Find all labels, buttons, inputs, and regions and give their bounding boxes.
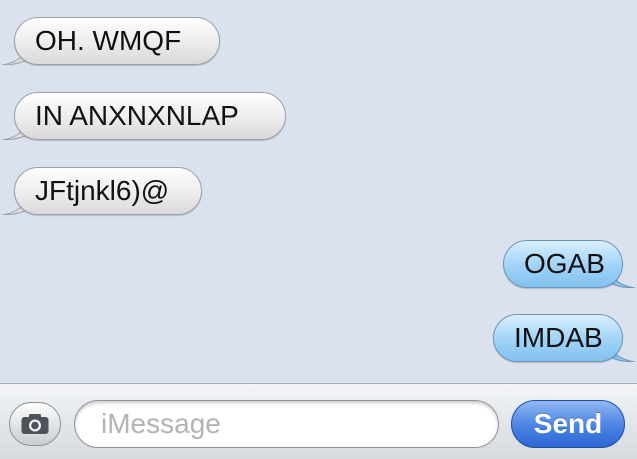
message-input[interactable]: iMessage <box>74 400 499 448</box>
camera-button[interactable] <box>9 402 61 446</box>
message-text: OH. WMQF <box>35 25 182 56</box>
message-sent: IMDAB <box>467 314 637 364</box>
message-received: IN ANXNXNLAP <box>0 92 300 142</box>
message-bubble[interactable]: IMDAB <box>493 314 623 362</box>
composer-bar: iMessage Send <box>0 383 637 459</box>
message-bubble[interactable]: IN ANXNXNLAP <box>14 92 286 140</box>
message-thread[interactable]: OH. WMQF IN ANXNXNLAP JFtjnkl6)@ OGAB IM <box>0 0 637 383</box>
message-bubble[interactable]: OGAB <box>503 240 623 288</box>
send-button[interactable]: Send <box>511 400 625 448</box>
camera-icon <box>21 414 49 434</box>
input-placeholder: iMessage <box>101 408 221 439</box>
message-text: IN ANXNXNLAP <box>35 100 239 131</box>
message-text: IMDAB <box>514 322 603 353</box>
message-bubble[interactable]: JFtjnkl6)@ <box>14 167 202 215</box>
message-received: OH. WMQF <box>0 17 240 67</box>
message-received: JFtjnkl6)@ <box>0 167 220 217</box>
message-text: OGAB <box>524 248 605 279</box>
message-sent: OGAB <box>477 240 637 290</box>
message-bubble[interactable]: OH. WMQF <box>14 17 220 65</box>
send-button-label: Send <box>533 408 603 439</box>
message-text: JFtjnkl6)@ <box>35 175 170 206</box>
